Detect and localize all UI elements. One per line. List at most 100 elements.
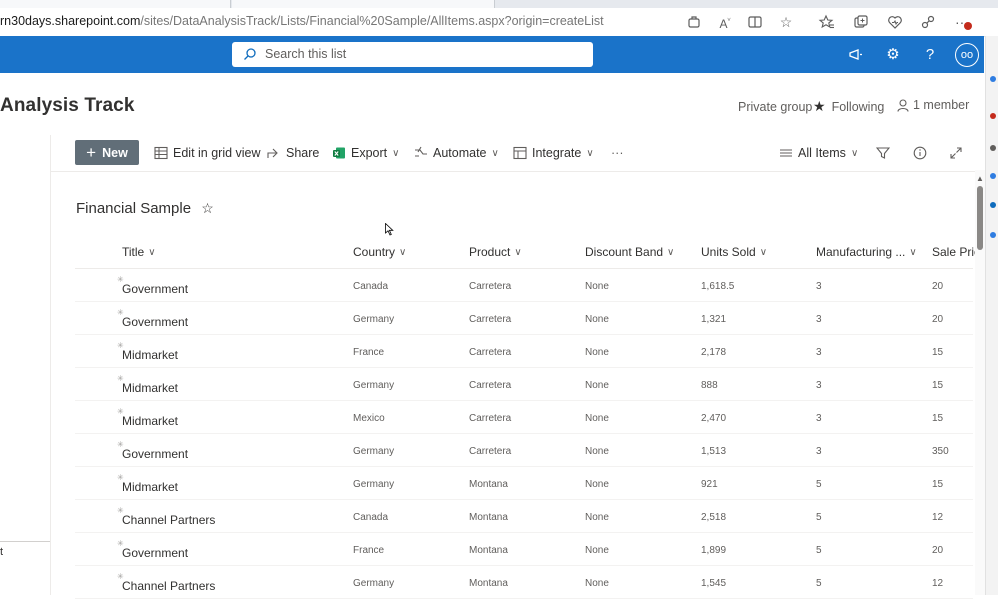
- share-button[interactable]: Share: [267, 146, 319, 160]
- edit-grid-button[interactable]: Edit in grid view: [154, 146, 261, 160]
- megaphone-icon[interactable]: [846, 45, 866, 65]
- new-button[interactable]: + New: [75, 140, 139, 165]
- list-row[interactable]: ✳ Government Germany Carretera None 1,32…: [75, 301, 973, 335]
- list-row[interactable]: ✳ Government Canada Carretera None 1,618…: [75, 268, 973, 302]
- chevron-down-icon: ∨: [759, 246, 768, 258]
- following-button[interactable]: ★ Following: [813, 98, 884, 115]
- cell-discount-band: None: [585, 347, 609, 358]
- address-bar[interactable]: rn30days.sharepoint.com/sites/DataAnalys…: [0, 8, 998, 37]
- sidebar-app-icon[interactable]: [990, 173, 996, 179]
- list-row[interactable]: ✳ Midmarket Mexico Carretera None 2,470 …: [75, 400, 973, 434]
- chevron-down-icon: ∨: [909, 246, 917, 258]
- more-icon[interactable]: ···: [953, 13, 972, 31]
- browser-tab[interactable]: [232, 0, 495, 8]
- column-header-discount-band[interactable]: Discount Band ∨: [585, 245, 674, 259]
- cell-units-sold: 2,178: [701, 347, 727, 358]
- favorite-list-icon[interactable]: ☆: [201, 200, 214, 216]
- favorites-icon[interactable]: [818, 13, 836, 31]
- cell-title[interactable]: Government: [122, 282, 188, 296]
- search-icon: [243, 47, 257, 61]
- cell-country: Germany: [353, 380, 395, 391]
- site-title[interactable]: Analysis Track: [0, 95, 134, 117]
- cell-title[interactable]: Midmarket: [122, 480, 178, 494]
- column-header-manufacturing[interactable]: Manufacturing ... ∨: [816, 245, 917, 259]
- members-button[interactable]: 1 member: [897, 98, 969, 112]
- cell-discount-band: None: [585, 479, 609, 490]
- vertical-scrollbar[interactable]: ▲: [975, 170, 985, 595]
- scroll-up-icon[interactable]: ▲: [976, 174, 984, 183]
- list-row[interactable]: ✳ Channel Partners Canada Montana None 2…: [75, 499, 973, 533]
- export-button[interactable]: Export ∨: [332, 146, 399, 160]
- favorite-star-icon[interactable]: ☆: [777, 13, 795, 31]
- split-screen-icon[interactable]: [746, 13, 764, 31]
- cell-product: Montana: [469, 578, 508, 589]
- integrate-button[interactable]: Integrate ∨: [513, 146, 594, 160]
- suite-bar: Search this list ⚙ ? oo: [0, 36, 984, 73]
- sidebar-app-icon[interactable]: [990, 202, 996, 208]
- list-header-row: Title ∨ Country ∨ Product ∨ Discount Band ∨ …: [75, 236, 980, 269]
- search-input[interactable]: Search this list: [265, 47, 346, 61]
- settings-icon[interactable]: ⚙: [883, 45, 903, 65]
- person-icon: [897, 98, 909, 112]
- avatar[interactable]: oo: [955, 43, 979, 67]
- cell-manufacturing: 5: [816, 512, 822, 523]
- cell-title[interactable]: Channel Partners: [122, 513, 215, 527]
- search-box[interactable]: Search this list: [232, 42, 593, 67]
- cell-product: Carretera: [469, 314, 512, 325]
- cell-product: Montana: [469, 512, 508, 523]
- share-label: Share: [286, 146, 320, 160]
- list-row[interactable]: ✳ Midmarket Germany Carretera None 888 3…: [75, 367, 973, 401]
- sidebar-app-icon[interactable]: [990, 76, 996, 82]
- list-row[interactable]: ✳ Midmarket France Carretera None 2,178 …: [75, 334, 973, 368]
- cell-title[interactable]: Midmarket: [122, 414, 178, 428]
- cell-product: Carretera: [469, 347, 512, 358]
- cell-sale-price: 20: [932, 281, 944, 292]
- sidebar-app-icon[interactable]: [990, 145, 996, 151]
- cell-discount-band: None: [585, 512, 609, 523]
- automate-button[interactable]: Automate ∨: [414, 146, 499, 160]
- expand-icon[interactable]: [949, 146, 963, 160]
- browser-essentials-icon[interactable]: [886, 13, 904, 31]
- column-header-country[interactable]: Country ∨: [353, 245, 406, 259]
- list-title: Financial Sample: [76, 200, 192, 217]
- cell-title[interactable]: Government: [122, 546, 188, 560]
- view-lines-icon: [779, 146, 793, 160]
- column-header-title[interactable]: Title ∨: [122, 245, 156, 259]
- cell-sale-price: 15: [932, 347, 944, 358]
- list-row[interactable]: ✳ Government France Montana None 1,899 5…: [75, 532, 973, 566]
- list-row[interactable]: ✳ Government Germany Carretera None 1,51…: [75, 433, 973, 467]
- cell-units-sold: 888: [701, 380, 718, 391]
- cell-title[interactable]: Midmarket: [122, 381, 178, 395]
- nav-item[interactable]: t: [0, 546, 3, 558]
- sidebar-app-icon[interactable]: [990, 232, 996, 238]
- browser-tab[interactable]: [0, 0, 231, 8]
- read-aloud-icon[interactable]: Aⱽ: [716, 13, 734, 31]
- cell-title[interactable]: Channel Partners: [122, 579, 215, 593]
- scrollbar-thumb[interactable]: [977, 186, 983, 250]
- collections-icon[interactable]: [852, 13, 870, 31]
- more-commands-button[interactable]: ···: [611, 146, 624, 160]
- info-icon[interactable]: [913, 146, 927, 160]
- view-switcher[interactable]: All Items ∨: [779, 146, 858, 160]
- list-row[interactable]: ✳ Channel Partners Germany Montana None …: [75, 565, 973, 599]
- cell-country: Germany: [353, 479, 395, 490]
- cell-sale-price: 15: [932, 380, 944, 391]
- avatar-initials: oo: [960, 49, 974, 61]
- column-header-product[interactable]: Product ∨: [469, 245, 522, 259]
- cell-title[interactable]: Government: [122, 447, 188, 461]
- share-icon[interactable]: [919, 13, 937, 31]
- sidebar-app-icon[interactable]: [990, 113, 996, 119]
- cell-units-sold: 1,321: [701, 314, 727, 325]
- cell-discount-band: None: [585, 380, 609, 391]
- extensions-icon[interactable]: [685, 13, 703, 31]
- cell-title[interactable]: Government: [122, 315, 188, 329]
- help-icon[interactable]: ?: [920, 45, 940, 65]
- column-header-sale-price[interactable]: Sale Pric: [932, 245, 980, 259]
- private-group-label: Private group: [738, 100, 813, 114]
- chevron-down-icon: ∨: [667, 246, 675, 258]
- column-header-units-sold[interactable]: Units Sold ∨: [701, 245, 767, 259]
- url-text[interactable]: rn30days.sharepoint.com/sites/DataAnalys…: [0, 14, 604, 28]
- cell-title[interactable]: Midmarket: [122, 348, 178, 362]
- filter-icon[interactable]: [876, 146, 890, 160]
- list-row[interactable]: ✳ Midmarket Germany Montana None 921 5 1…: [75, 466, 973, 500]
